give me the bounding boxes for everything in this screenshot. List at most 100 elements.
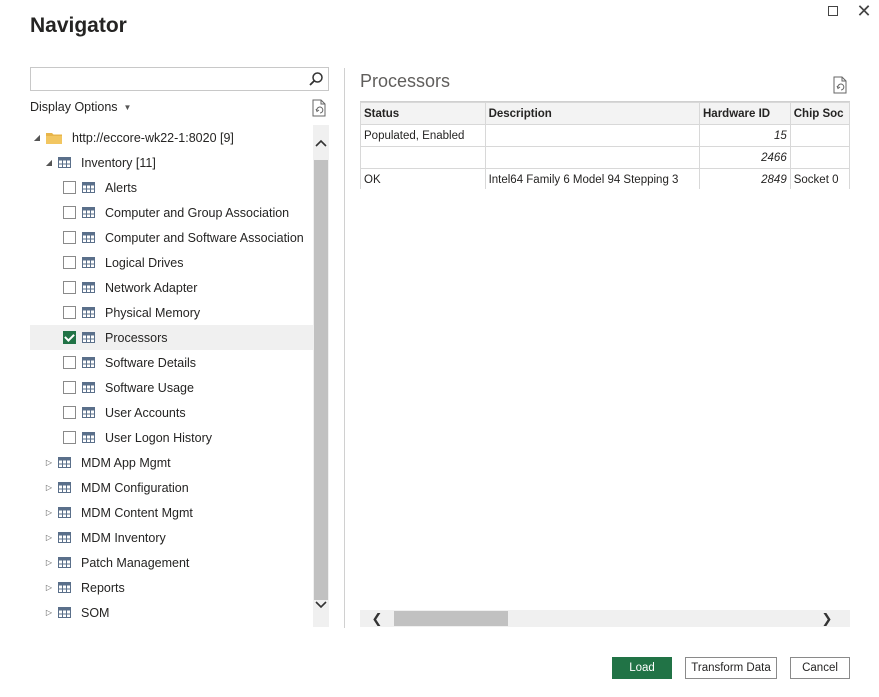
table-icon	[82, 282, 95, 293]
tree-node-label: MDM Inventory	[81, 530, 166, 545]
tree-node-mdm-inventory[interactable]: ▷ MDM Inventory	[30, 525, 313, 550]
scrollbar-thumb[interactable]	[314, 160, 328, 600]
collapse-triangle-icon[interactable]: ▷	[44, 533, 54, 543]
tree-item-computer-and-group-association[interactable]: Computer and Group Association	[30, 200, 313, 225]
expand-triangle-icon[interactable]: ◢	[32, 133, 42, 143]
tree-item-user-accounts[interactable]: User Accounts	[30, 400, 313, 425]
item-checkbox[interactable]	[63, 206, 76, 219]
tree-node-label: Inventory [11]	[81, 155, 156, 170]
table-cell: Populated, Enabled	[360, 124, 486, 147]
table-icon	[58, 607, 71, 618]
table-cell	[360, 146, 486, 169]
collapse-triangle-icon[interactable]: ▷	[44, 583, 54, 593]
dialog-title: Navigator	[30, 14, 127, 37]
tree-node-label: Patch Management	[81, 555, 190, 570]
tree-node-patch-management[interactable]: ▷ Patch Management	[30, 550, 313, 575]
column-header[interactable]: Description	[484, 102, 701, 125]
maximize-button[interactable]	[818, 0, 848, 22]
tree-item-logical-drives[interactable]: Logical Drives	[30, 250, 313, 275]
tree-item-software-details[interactable]: Software Details	[30, 350, 313, 375]
scroll-left-icon[interactable]: ❮	[368, 610, 386, 627]
load-button[interactable]: Load	[612, 657, 672, 679]
tree-item-label: Software Details	[105, 355, 197, 370]
scroll-up-icon[interactable]	[313, 133, 329, 153]
table-cell	[789, 124, 850, 147]
cancel-button[interactable]: Cancel	[790, 657, 850, 679]
display-options-dropdown[interactable]: Display Options ▼	[30, 100, 131, 114]
table-cell: OK	[360, 168, 486, 189]
collapse-triangle-icon[interactable]: ▷	[44, 458, 54, 468]
tree-item-user-logon-history[interactable]: User Logon History	[30, 425, 313, 450]
scroll-right-icon[interactable]: ❯	[818, 610, 836, 627]
scroll-down-icon[interactable]	[313, 595, 329, 615]
folder-icon	[46, 132, 62, 144]
item-checkbox[interactable]	[63, 256, 76, 269]
table-icon	[58, 582, 71, 593]
tree-item-label: Processors	[105, 330, 168, 345]
item-checkbox[interactable]	[63, 356, 76, 369]
item-checkbox[interactable]	[63, 281, 76, 294]
pane-divider[interactable]	[344, 68, 345, 628]
tree-root-node[interactable]: ◢ http://eccore-wk22-1:8020 [9]	[30, 125, 313, 150]
tree-node-label: MDM Configuration	[81, 480, 189, 495]
tree-item-physical-memory[interactable]: Physical Memory	[30, 300, 313, 325]
tree-item-label: Computer and Software Association	[105, 230, 304, 245]
display-options-label: Display Options	[30, 100, 118, 114]
tree-item-label: User Accounts	[105, 405, 186, 420]
tree-item-network-adapter[interactable]: Network Adapter	[30, 275, 313, 300]
refresh-preview-icon[interactable]	[832, 76, 848, 94]
item-checkbox[interactable]	[63, 431, 76, 444]
tree-node-label: MDM Content Mgmt	[81, 505, 193, 520]
table-cell	[484, 124, 701, 147]
table-icon	[82, 432, 95, 443]
scrollbar-thumb[interactable]	[394, 611, 508, 626]
tree-item-label: Alerts	[105, 180, 137, 195]
table-cell: 15	[699, 124, 791, 147]
tree-node-mdm-configuration[interactable]: ▷ MDM Configuration	[30, 475, 313, 500]
tree-node-reports[interactable]: ▷ Reports	[30, 575, 313, 600]
tree-item-label: Computer and Group Association	[105, 205, 290, 220]
tree-node-mdm-content-mgmt[interactable]: ▷ MDM Content Mgmt	[30, 500, 313, 525]
tree-node-mdm-app-mgmt[interactable]: ▷ MDM App Mgmt	[30, 450, 313, 475]
collapse-triangle-icon[interactable]: ▷	[44, 483, 54, 493]
close-button[interactable]: ✕	[849, 0, 879, 22]
search-box[interactable]	[30, 67, 329, 91]
collapse-triangle-icon[interactable]: ▷	[44, 558, 54, 568]
item-checkbox[interactable]	[63, 306, 76, 319]
table-icon	[82, 357, 95, 368]
preview-title: Processors	[360, 71, 451, 91]
search-icon[interactable]	[308, 71, 324, 87]
tree-item-alerts[interactable]: Alerts	[30, 175, 313, 200]
tree-item-processors[interactable]: Processors	[30, 325, 313, 350]
table-cell	[789, 146, 850, 169]
item-checkbox[interactable]	[63, 381, 76, 394]
preview-horizontal-scrollbar[interactable]: ❮ ❯	[360, 610, 850, 627]
tree-node-label: MDM App Mgmt	[81, 455, 171, 470]
tree-item-label: Software Usage	[105, 380, 194, 395]
column-header[interactable]: Hardware ID	[699, 102, 791, 125]
refresh-icon[interactable]	[311, 99, 327, 117]
column-header[interactable]: Status	[360, 102, 486, 125]
tree-item-computer-and-software-association[interactable]: Computer and Software Association	[30, 225, 313, 250]
tree-item-label: User Logon History	[105, 430, 212, 445]
tree-node-label: Reports	[81, 580, 125, 595]
item-checkbox[interactable]	[63, 181, 76, 194]
search-input[interactable]	[31, 68, 301, 90]
table-icon	[82, 382, 95, 393]
table-icon	[58, 557, 71, 568]
tree-item-label: Logical Drives	[105, 255, 184, 270]
tree-item-software-usage[interactable]: Software Usage	[30, 375, 313, 400]
item-checkbox[interactable]	[63, 331, 76, 344]
tree-node-som[interactable]: ▷ SOM	[30, 600, 313, 625]
collapse-triangle-icon[interactable]: ▷	[44, 608, 54, 618]
column-header[interactable]: Chip Soc	[789, 102, 850, 125]
tree-scrollbar[interactable]	[313, 125, 329, 627]
item-checkbox[interactable]	[63, 406, 76, 419]
transform-data-button[interactable]: Transform Data	[685, 657, 777, 679]
maximize-icon	[828, 6, 838, 16]
expand-triangle-icon[interactable]: ◢	[44, 158, 54, 168]
tree-node-inventory[interactable]: ◢ Inventory [11]	[30, 150, 313, 175]
table-icon	[58, 482, 71, 493]
collapse-triangle-icon[interactable]: ▷	[44, 508, 54, 518]
item-checkbox[interactable]	[63, 231, 76, 244]
